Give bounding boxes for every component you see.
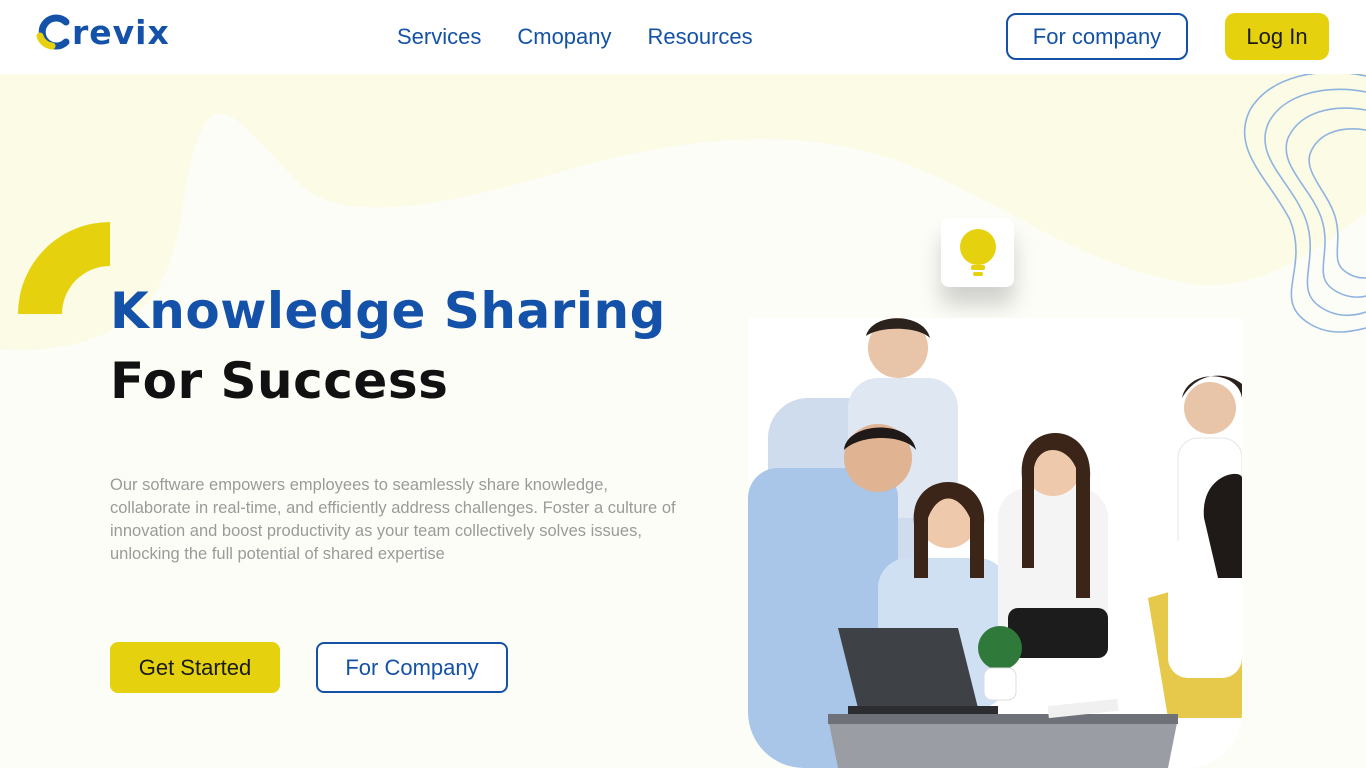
hero-description: Our software empowers employees to seaml…: [110, 476, 676, 563]
lightbulb-card: [941, 218, 1014, 287]
team-collaborating-photo: [748, 318, 1242, 768]
for-company-nav-button[interactable]: For company: [1006, 13, 1188, 60]
nav-link-services[interactable]: Services: [397, 24, 481, 50]
nav-link-company[interactable]: Cmopany: [517, 24, 611, 50]
hero-title-line-1: Knowledge Sharing: [110, 282, 666, 340]
get-started-button[interactable]: Get Started: [110, 642, 280, 693]
lightbulb-icon: [959, 228, 996, 276]
login-button[interactable]: Log In: [1225, 13, 1329, 60]
nav-links: Services Cmopany Resources: [397, 24, 753, 50]
quarter-ring-decoration: [18, 222, 110, 314]
nav-link-resources[interactable]: Resources: [648, 24, 753, 50]
photo-illustration: [748, 318, 1242, 768]
logo-c-icon: [36, 14, 70, 50]
hero-title-line-2: For Success: [110, 352, 449, 410]
brand-logo[interactable]: revix: [36, 12, 170, 52]
top-navbar: revix Services Cmopany Resources For com…: [0, 0, 1366, 74]
for-company-hero-button[interactable]: For Company: [316, 642, 508, 693]
swirl-lines-decoration: [1243, 71, 1366, 333]
logo-text: revix: [72, 12, 170, 52]
